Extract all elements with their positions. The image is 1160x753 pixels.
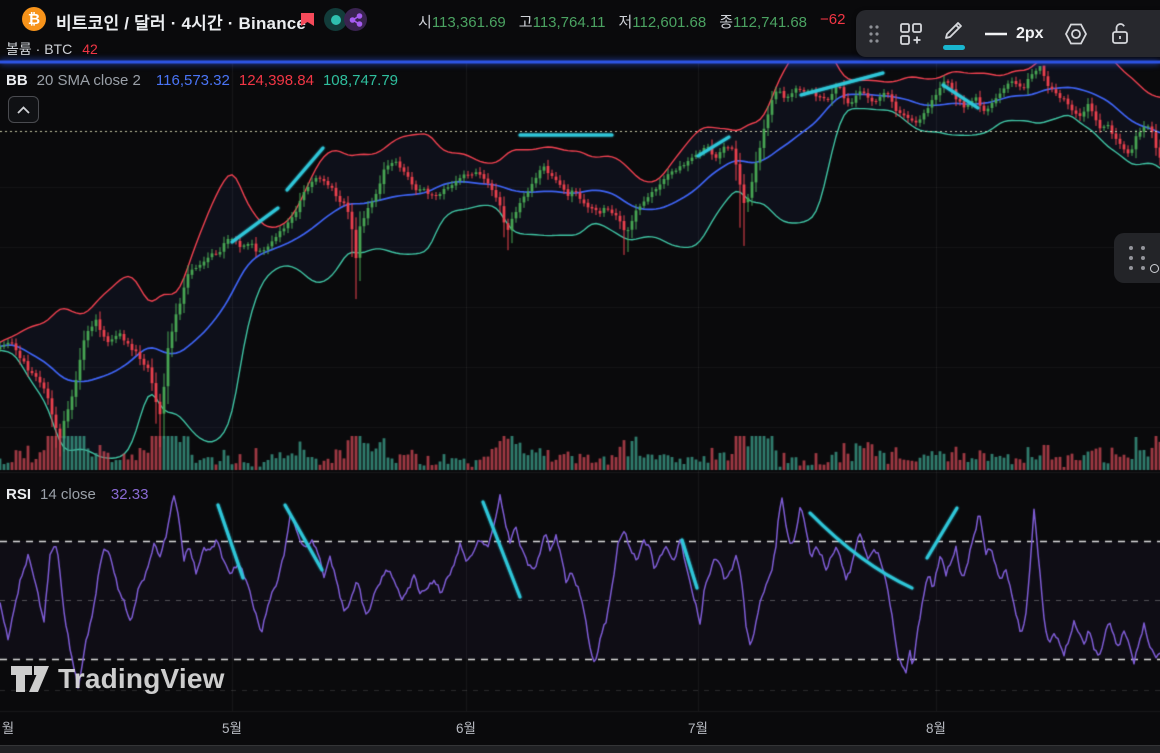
settings-button[interactable] [1062,16,1090,52]
panel-drag-handle[interactable] [1114,233,1160,283]
settings-hexagon-icon [1062,21,1090,47]
line-width-button[interactable]: 2px [984,16,1044,52]
chevron-up-icon [17,106,30,114]
line-width-label: 2px [1016,25,1044,43]
bottom-scrollbar[interactable] [0,745,1160,753]
tradingview-logo: TradingView [10,663,225,695]
layout-add-icon [898,21,924,47]
bb-lower-value: 108,747.79 [323,72,398,89]
pencil-icon [942,18,966,42]
low-value: 112,601.68 [632,14,706,31]
axis-label: 8월 [926,717,946,737]
color-picker-button[interactable] [942,16,966,52]
tradingview-mark-icon [10,664,50,694]
line-sample-icon [984,31,1008,37]
unlock-icon [1108,21,1132,47]
lock-button[interactable] [1108,16,1132,52]
volume-legend[interactable]: 볼륨 · BTC42 [6,39,98,59]
flag-icon[interactable] [299,12,316,34]
price-rsi-canvas[interactable] [0,0,1160,753]
drawing-toolbar: 2px [856,10,1160,57]
drag-dots-icon [1129,246,1145,270]
share-icon [344,8,367,31]
rsi-value: 32.33 [111,486,149,503]
symbol-title[interactable]: 비트코인 / 달러 · 4시간 · Binance [56,9,306,34]
add-to-layout-button[interactable] [898,16,924,52]
axis-label: 7월 [688,717,708,737]
rsi-legend[interactable]: RSI 14 close 32.33 [6,486,148,503]
bb-legend[interactable]: BB 20 SMA close 2 116,573.32 124,398.84 … [6,72,398,89]
collapse-legend-button[interactable] [8,96,39,123]
close-value: 112,741.68 [733,14,807,31]
chart-root: ₿ 비트코인 / 달러 · 4시간 · Binance 시113,361.69 … [0,0,1160,753]
open-value: 113,361.69 [432,14,506,31]
axis-label: 월 [2,717,14,737]
volume-value: 42 [82,41,98,57]
drag-dots-icon [868,24,880,44]
indicator-status-pill[interactable] [324,8,367,31]
bb-upper-value: 124,398.84 [239,72,314,89]
toolbar-drag-handle[interactable] [868,16,880,52]
bb-basis-value: 116,573.32 [156,72,230,89]
high-value: 113,764.11 [533,14,606,31]
ohlc-readout: 시113,361.69 고113,764.11 저112,601.68 종112… [418,11,845,32]
time-axis[interactable]: 월 5월 6월 7월 8월 [0,714,1160,740]
handle-anchor-dot[interactable] [1150,264,1159,273]
btc-coin-icon: ₿ [22,7,46,31]
active-color-swatch [943,45,965,50]
axis-label: 6월 [456,717,476,737]
change-value: −62 [820,11,845,32]
axis-label: 5월 [222,717,242,737]
